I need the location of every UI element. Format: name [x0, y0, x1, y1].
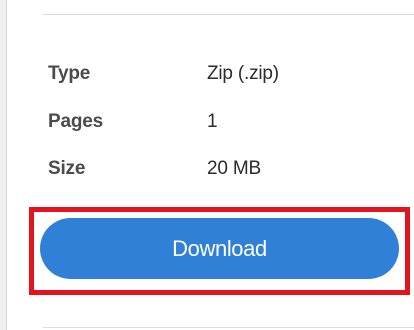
- size-label: Size: [48, 158, 86, 179]
- size-value: 20 MB: [207, 158, 261, 179]
- type-label: Type: [48, 63, 91, 84]
- divider: [43, 14, 414, 15]
- file-metadata: Type Zip (.zip) Pages 1 Size 20 MB: [48, 62, 348, 205]
- metadata-row-pages: Pages 1: [48, 110, 348, 134]
- metadata-row-type: Type Zip (.zip): [48, 62, 348, 86]
- divider: [43, 327, 414, 328]
- pages-value: 1: [207, 111, 218, 132]
- type-value: Zip (.zip): [207, 63, 279, 84]
- metadata-row-size: Size 20 MB: [48, 157, 348, 181]
- pages-label: Pages: [48, 111, 103, 132]
- download-button[interactable]: Download: [40, 218, 399, 279]
